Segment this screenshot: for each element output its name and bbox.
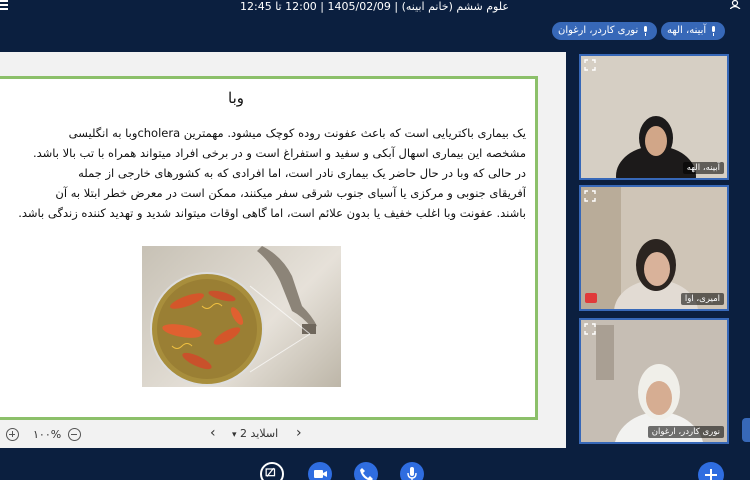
menu-icon[interactable] [0,0,8,10]
screen-share-icon [265,467,276,477]
camera-button[interactable] [308,462,332,480]
microphone-icon [407,467,417,480]
slide-text-line: باشند. عفونت وبا اغلب خفیف یا بدون علائم… [18,206,526,220]
screen-share-button[interactable] [260,462,284,480]
participant-name: نوری کاردر، ارغوان [647,426,724,438]
zoom-in-icon[interactable] [6,428,19,441]
expand-icon[interactable] [584,323,596,335]
host-chip-label: آبینه، الهه [667,25,707,36]
expand-icon[interactable] [584,59,596,71]
zoom-out-icon[interactable] [68,428,81,441]
expand-icon[interactable] [584,190,596,202]
host-chip[interactable]: آبینه، الهه [661,22,726,40]
slide-controls: ۱۰۰% ‹ اسلاید 2 ▾ › [0,424,566,446]
presenter-chip-label: نوری کاردر، ارغوان [558,25,639,36]
microphone-icon [644,26,648,36]
top-bar: علوم ششم (خانم ابینه) | 1405/02/09 | 12:… [0,0,750,50]
camera-icon [314,470,327,478]
audio-call-button[interactable] [354,462,378,480]
meeting-title: علوم ششم (خانم ابینه) | 1405/02/09 | 12:… [240,0,509,13]
chevron-down-icon: ▾ [232,430,237,440]
participant-name: آبینه، الهه [682,162,724,174]
panel-toggle-handle[interactable] [742,418,750,442]
bacteria-illustration [142,246,341,387]
slide-text-line: در حالی که وبا در حال حاضر یک بیماری ناد… [78,166,526,180]
phone-icon [360,468,373,480]
participant-name: اميری، اوا [680,293,724,305]
chevron-left-icon[interactable]: ‹ [210,425,216,441]
presenter-chip[interactable]: نوری کاردر، ارغوان [552,22,658,40]
bacteria-drawing [150,246,317,386]
slide-text-line: آفریقای جنوبی و مرکزی یا آسیای جنوب شرقی… [55,186,526,200]
slide-text-line: مشخصه این بیماری اسهال آبکی و سفید و است… [32,146,526,160]
zoom-level: ۱۰۰% [33,428,62,441]
video-tile[interactable]: نوری کاردر، ارغوان [579,318,729,444]
user-icon[interactable] [730,0,744,9]
slide-text-line: یک بیماری باکتریایی است که باعث عفونت رو… [68,126,526,140]
recording-badge [585,293,597,303]
chevron-right-icon[interactable]: › [296,425,302,441]
slide-selector-label: اسلاید 2 [240,427,279,440]
video-tile[interactable]: اميری، اوا [579,185,729,311]
slide-selector[interactable]: اسلاید 2 ▾ [232,427,278,440]
bottom-toolbar [0,448,750,480]
video-tile[interactable]: آبینه، الهه [579,54,729,180]
add-button[interactable] [698,462,724,480]
microphone-icon [712,26,716,36]
microphone-button[interactable] [400,462,424,480]
